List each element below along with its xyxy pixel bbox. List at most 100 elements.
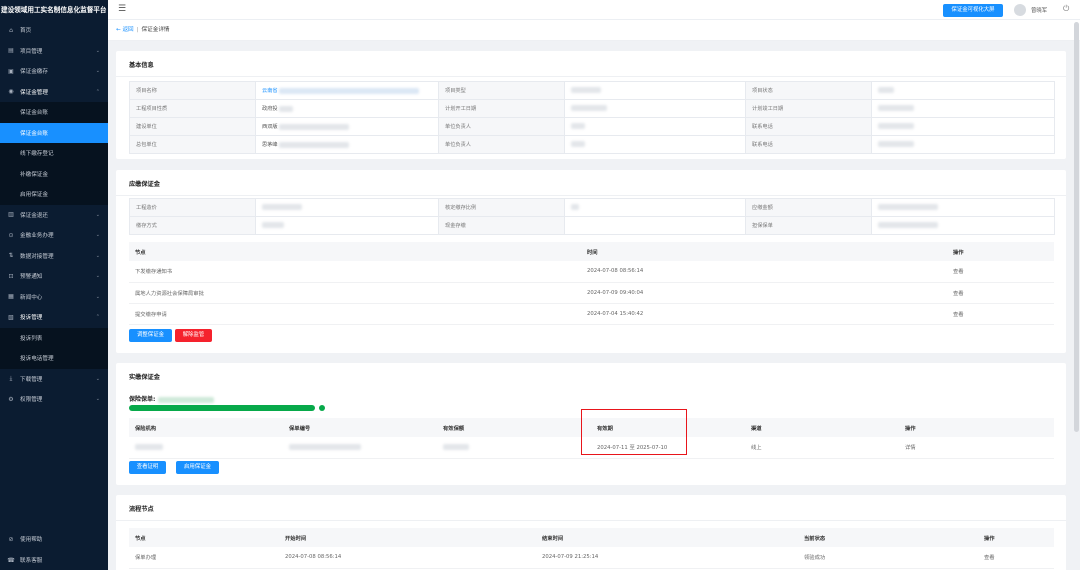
header-node: 节点 — [129, 242, 581, 261]
sidebar-item[interactable]: 保证金台账 — [0, 122, 108, 143]
sidebar-item-label: 项目管理 — [20, 48, 43, 55]
sidebar-item[interactable]: ▥ 保证金退还 ⌄ — [0, 205, 108, 226]
redacted-value — [878, 222, 938, 229]
sidebar-bottom-item[interactable]: ⊘ 使用帮助 — [0, 529, 108, 550]
redacted-value — [289, 444, 361, 450]
sidebar-bottom-item[interactable]: ☎ 联系客服 — [0, 550, 108, 570]
sidebar-item-label: 启用保证金 — [20, 192, 48, 199]
table-row: 提交缴存申请 2024-07-04 15:40:42 查看 — [129, 303, 1054, 325]
sidebar-item[interactable]: ⌂ 首页 — [0, 20, 108, 41]
sidebar-item-label: 预警通知 — [20, 274, 43, 281]
deposit-manage-icon: ◉ — [8, 88, 14, 96]
header-action: 操作 — [899, 418, 1054, 437]
value-plan-start — [564, 99, 746, 118]
label-deposit-ratio: 核定缴存比例 — [438, 198, 565, 217]
view-link[interactable]: 查看 — [947, 282, 1054, 304]
username[interactable]: 曾晓军 — [1031, 6, 1047, 14]
header-end: 结束时间 — [536, 528, 798, 547]
label-guarantee-policy: 担保保单 — [745, 216, 872, 235]
sidebar-item[interactable]: 启用保证金 — [0, 184, 108, 205]
news-icon: ▦ — [8, 293, 14, 301]
power-icon[interactable]: ⏻ — [1063, 4, 1069, 14]
chevron-down-icon: ⌄ — [95, 232, 100, 239]
sidebar-item-label: 权限管理 — [20, 397, 43, 404]
detail-link[interactable]: 详情 — [899, 437, 1054, 459]
sidebar-item-label: 使用帮助 — [20, 537, 43, 544]
actual-deposit-card: 实缴保证金 保险保单: 保险机构 保单编号 有效保额 有效期 渠道 操作 202… — [116, 363, 1066, 485]
sidebar-item[interactable]: ▧ 投诉管理 ⌃ — [0, 307, 108, 328]
end-cell: 2024-07-09 21:25:14 — [536, 547, 798, 569]
finance-icon: ⊙ — [8, 231, 14, 239]
label-project-cost: 工程造价 — [129, 198, 256, 217]
sidebar-item[interactable]: ⚙ 权限管理 ⌄ — [0, 389, 108, 410]
header-node: 节点 — [129, 528, 279, 547]
bigscreen-button[interactable]: 保证金可视化大屏 — [943, 4, 1003, 17]
sidebar-item[interactable]: ⊙ 金融业务办理 ⌄ — [0, 225, 108, 246]
sidebar-item-label: 金融业务办理 — [20, 233, 54, 240]
value-project-name[interactable]: 云南省 — [255, 81, 439, 100]
node-cell: 保单办理 — [129, 547, 279, 569]
sidebar-item[interactable]: ▣ 保证金缴存 ⌄ — [0, 61, 108, 82]
sidebar-item-label: 投诉列表 — [20, 335, 43, 342]
complaint-icon: ▧ — [8, 313, 14, 321]
back-link[interactable]: ← 返回 — [116, 27, 134, 33]
sidebar-item-label: 新闻中心 — [20, 294, 43, 301]
release-supervision-button[interactable]: 解除监管 — [175, 329, 212, 342]
sidebar-item[interactable]: ◉ 保证金管理 ⌃ — [0, 82, 108, 103]
sidebar-item[interactable]: ▦ 新闻中心 ⌄ — [0, 287, 108, 308]
view-link[interactable]: 查看 — [978, 547, 1054, 569]
policy-label: 保险保单: — [129, 394, 214, 403]
sidebar-item[interactable]: 投诉列表 — [0, 327, 108, 348]
label-builder: 建设单位 — [129, 117, 256, 136]
redacted-value — [571, 123, 585, 130]
breadcrumb-separator: | — [136, 27, 139, 33]
chevron-down-icon: ⌄ — [95, 396, 100, 403]
redacted-value — [878, 123, 914, 130]
header-action: 操作 — [978, 528, 1054, 547]
actual-deposit-title: 实缴保证金 — [129, 374, 160, 381]
sidebar-menu: ⌂ 首页 ▤ 项目管理 ⌄ ▣ 保证金缴存 ⌄ ◉ 保证金管理 ⌃ 保证金台账 保证金台账 线下缴存登记补… — [0, 20, 108, 410]
node-cell: 属地人力资源社会保障局审批 — [129, 282, 581, 304]
warning-icon: ⊡ — [8, 272, 14, 280]
use-deposit-button[interactable]: 启用保证金 — [176, 461, 219, 474]
sidebar-item[interactable]: ⤓ 下载管理 ⌄ — [0, 369, 108, 390]
redacted-value — [571, 204, 579, 211]
refund-icon: ▥ — [8, 211, 14, 219]
redacted-value — [279, 123, 350, 130]
sidebar-item[interactable]: 线下缴存登记 — [0, 143, 108, 164]
sidebar-item[interactable]: ⇅ 数据对接管理 ⌄ — [0, 246, 108, 267]
menu-fold-icon[interactable]: ☰ — [118, 4, 126, 14]
header-channel: 渠道 — [745, 418, 899, 437]
sidebar-item-label: 数据对接管理 — [20, 253, 54, 260]
sidebar-item[interactable]: 投诉电话管理 — [0, 348, 108, 369]
sidebar-item-label: 下载管理 — [20, 376, 43, 383]
view-proof-button[interactable]: 查看证明 — [129, 461, 166, 474]
page-scrollbar[interactable] — [1074, 22, 1079, 432]
builder-text: 西双版 — [262, 124, 278, 130]
chevron-down-icon: ⌄ — [95, 47, 100, 54]
sidebar-item[interactable]: ⊡ 预警通知 ⌄ — [0, 266, 108, 287]
redacted-value — [878, 204, 938, 211]
view-link[interactable]: 查看 — [947, 303, 1054, 325]
adjust-deposit-button[interactable]: 调整保证金 — [129, 329, 172, 342]
service-icon: ☎ — [7, 556, 15, 564]
divider — [116, 520, 1066, 521]
redacted-value — [878, 87, 894, 94]
redacted-value — [571, 87, 601, 94]
header-policy-no: 保单编号 — [283, 418, 437, 437]
label-plan-start: 计划开工日期 — [438, 99, 565, 118]
chevron-down-icon: ⌄ — [95, 211, 100, 218]
header-status: 当前状态 — [798, 528, 978, 547]
label-contractor: 总包单位 — [129, 135, 256, 154]
sidebar-item[interactable]: 补缴保证金 — [0, 163, 108, 184]
avatar[interactable] — [1014, 4, 1026, 16]
time-cell: 2024-07-09 09:40:04 — [581, 282, 947, 304]
help-icon: ⊘ — [8, 535, 14, 543]
sidebar-item[interactable]: ▤ 项目管理 ⌄ — [0, 41, 108, 62]
redacted-value — [443, 444, 469, 450]
view-link[interactable]: 查看 — [947, 261, 1054, 283]
sidebar-item[interactable]: 保证金台账 — [0, 102, 108, 123]
redacted-value — [135, 444, 163, 450]
chevron-down-icon: ⌄ — [95, 68, 100, 75]
project-name-link[interactable]: 云南省 — [262, 88, 278, 94]
